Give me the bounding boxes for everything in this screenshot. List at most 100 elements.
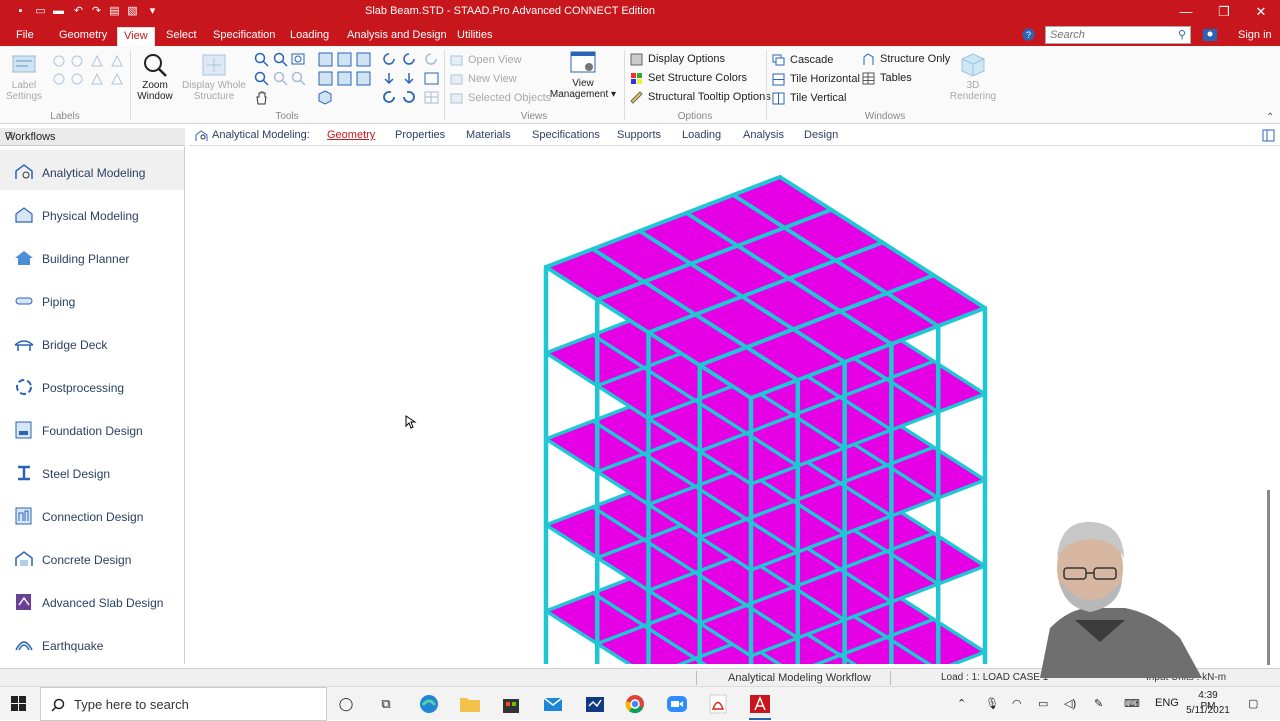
wf-tab-geometry[interactable]: Geometry (327, 129, 375, 141)
workflow-building-planner[interactable]: Building Planner (0, 236, 184, 276)
workflow-concrete-design[interactable]: Concrete Design (0, 537, 184, 577)
minimize-button[interactable]: — (1167, 0, 1205, 24)
workflow-advanced-slab-design[interactable]: Advanced Slab Design (0, 580, 184, 620)
search-icon[interactable]: ⚲ (1178, 28, 1186, 41)
pin-icon[interactable]: ⊐ (5, 130, 177, 141)
workflow-earthquake[interactable]: Earthquake (0, 623, 184, 663)
acrobat-icon[interactable] (707, 694, 729, 714)
tab-loading[interactable]: Loading (284, 27, 335, 46)
zoom-in-icon[interactable] (254, 52, 269, 67)
wf-tab-specifications[interactable]: Specifications (532, 129, 600, 141)
help-icon[interactable]: ? (1022, 28, 1035, 41)
rotate-up-icon[interactable] (402, 52, 417, 67)
3d-rendering-button[interactable]: 3D Rendering (945, 52, 1001, 102)
view-bottom-icon[interactable] (356, 71, 371, 86)
notifications-icon[interactable]: ▢ (1248, 697, 1258, 710)
search-input[interactable] (1046, 27, 1166, 43)
workflow-analytical-modeling[interactable]: Analytical Modeling (0, 150, 184, 190)
zoom-extents-icon[interactable] (291, 52, 306, 67)
wf-tab-properties[interactable]: Properties (395, 129, 445, 141)
open-view-button[interactable]: Open View (450, 52, 522, 69)
rotate-cw-icon[interactable] (402, 90, 417, 105)
workflow-steel-design[interactable]: Steel Design (0, 451, 184, 491)
display-options-button[interactable]: Display Options (630, 51, 725, 68)
view-top-icon[interactable] (337, 71, 352, 86)
view-grid-icon[interactable] (424, 90, 439, 105)
view-isometric-icon[interactable] (318, 90, 333, 105)
tab-view[interactable]: View (117, 27, 155, 46)
workflow-postprocessing[interactable]: Postprocessing (0, 365, 184, 405)
selected-objects-button[interactable]: Selected Objects (450, 90, 551, 107)
view-frame-icon[interactable] (424, 71, 439, 86)
wifi-icon[interactable]: ◠ (1012, 697, 1022, 710)
solid-label-icon[interactable] (110, 54, 125, 69)
rotate-spin-icon[interactable] (424, 52, 439, 67)
clock-date[interactable]: 5/11/2021 (1184, 705, 1232, 716)
zoom-dynamic-icon[interactable] (273, 52, 288, 67)
tab-file[interactable]: File (10, 27, 40, 46)
beam-label-icon[interactable] (70, 54, 85, 69)
workflow-bridge-deck[interactable]: Bridge Deck (0, 322, 184, 362)
cascade-button[interactable]: Cascade (772, 52, 833, 69)
tooltip-options-button[interactable]: Structural Tooltip Options (630, 89, 771, 106)
user-account-icon[interactable] (1202, 27, 1218, 43)
zoom-selection-icon[interactable] (291, 71, 306, 86)
show-hidden-icons[interactable]: ⌃ (957, 697, 966, 710)
node-label-icon[interactable] (52, 54, 67, 69)
view-back-icon[interactable] (337, 52, 352, 67)
tab-utilities[interactable]: Utilities (451, 27, 498, 46)
zoom-window-button[interactable]: Zoom Window (134, 52, 176, 102)
tab-analysis-design[interactable]: Analysis and Design (341, 27, 453, 46)
zoom-meetings-icon[interactable] (666, 694, 688, 714)
tables-button[interactable]: Tables (862, 70, 912, 87)
pan-hand-icon[interactable] (254, 90, 269, 105)
view-right-icon[interactable] (318, 71, 333, 86)
wf-tab-supports[interactable]: Supports (617, 129, 661, 141)
language-indicator[interactable]: ENG (1155, 697, 1179, 709)
view-management-button[interactable]: View Management ▾ (547, 50, 619, 100)
file-explorer-icon[interactable] (459, 694, 481, 714)
keyboard-icon[interactable]: ⌨ (1124, 697, 1140, 710)
close-button[interactable]: ✕ (1242, 0, 1280, 24)
search-box[interactable]: ⚲ (1045, 26, 1191, 44)
label-settings-button[interactable]: Label Settings (4, 52, 44, 102)
tile-vertical-button[interactable]: Tile Vertical (772, 90, 846, 107)
windows-start-icon[interactable] (11, 696, 27, 712)
microphone-icon[interactable]: 🎙 (985, 697, 999, 710)
edge-browser-icon[interactable] (418, 694, 440, 714)
view-front-icon[interactable] (318, 52, 333, 67)
tab-geometry[interactable]: Geometry (53, 27, 113, 46)
axis-label-icon[interactable] (90, 72, 105, 87)
wf-tab-analysis[interactable]: Analysis (743, 129, 784, 141)
workflow-piping[interactable]: Piping (0, 279, 184, 319)
sign-in-link[interactable]: Sign in (1232, 27, 1278, 46)
store-icon[interactable] (500, 694, 522, 714)
structure-colors-button[interactable]: Set Structure Colors (630, 70, 747, 87)
zoom-previous-icon[interactable] (273, 71, 288, 86)
zoom-out-icon[interactable] (254, 71, 269, 86)
workflow-foundation-design[interactable]: Foundation Design (0, 408, 184, 448)
rotate-right-icon[interactable] (402, 71, 417, 86)
taskbar-search-box[interactable]: Type here to search (40, 687, 327, 721)
tab-select[interactable]: Select (160, 27, 203, 46)
wf-tab-design[interactable]: Design (804, 129, 838, 141)
display-whole-structure-button[interactable]: Display Whole Structure (178, 52, 250, 102)
tile-horizontal-button[interactable]: Tile Horizontal (772, 71, 860, 88)
mail-icon[interactable] (542, 694, 564, 714)
wf-tab-loading[interactable]: Loading (682, 129, 721, 141)
workflow-connection-design[interactable]: Connection Design (0, 494, 184, 534)
page-layout-icon[interactable] (1262, 129, 1275, 142)
wf-tab-materials[interactable]: Materials (466, 129, 511, 141)
tab-specification[interactable]: Specification (207, 27, 281, 46)
app-mail-icon[interactable] (584, 694, 606, 714)
rotate-down-icon[interactable] (382, 71, 397, 86)
battery-icon[interactable]: ▭ (1038, 697, 1048, 710)
collapse-ribbon-icon[interactable]: ⌃ (1266, 112, 1274, 123)
workflow-physical-modeling[interactable]: Physical Modeling (0, 193, 184, 233)
chrome-icon[interactable] (624, 694, 646, 714)
rotate-left-icon[interactable] (382, 52, 397, 67)
staad-pro-icon[interactable] (749, 694, 771, 714)
pen-icon[interactable]: ✎ (1094, 697, 1103, 710)
rotate-ccw-icon[interactable] (382, 90, 397, 105)
cortana-icon[interactable]: ◯ (335, 694, 357, 714)
